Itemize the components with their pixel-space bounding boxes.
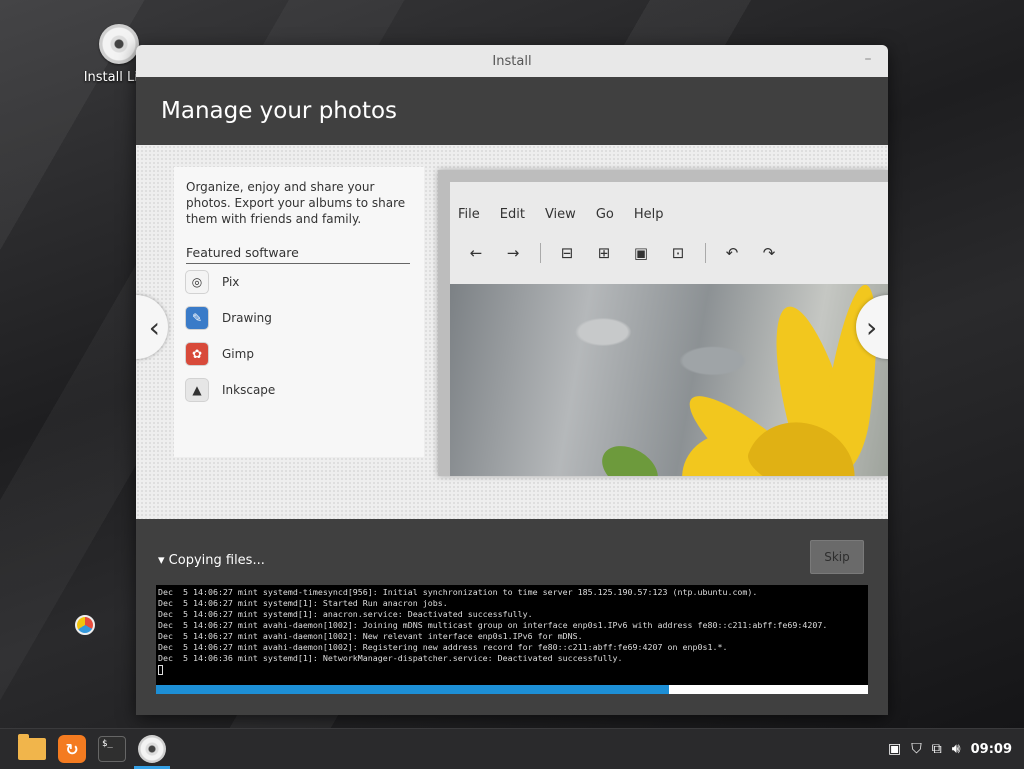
- screenshot-menu-view: View: [544, 206, 576, 222]
- leaf-shape: [594, 436, 666, 476]
- toolbar-separator: [540, 243, 541, 263]
- files-launcher[interactable]: [16, 733, 48, 765]
- zoom-in-icon: ⊞: [597, 244, 611, 262]
- update-icon: ↻: [58, 735, 86, 763]
- screenshot-window: File Edit View Go Help ← → ⊟ ⊞ ▣ ⊡ ↶ ↷: [450, 182, 888, 476]
- installer-window: Install – Manage your photos Organize, e…: [136, 45, 888, 715]
- gimp-icon: ✿: [186, 343, 208, 365]
- network-icon[interactable]: ⧉: [932, 741, 942, 757]
- rotate-left-icon: ↶: [725, 244, 739, 262]
- progress-fill: [156, 685, 669, 694]
- pix-icon: ◎: [186, 271, 208, 293]
- rotate-right-icon: ↷: [762, 244, 776, 262]
- fit-icon: ⊡: [671, 244, 685, 262]
- taskbar: ↻ $_ ▣ ⛉ ⧉ 🔊︎ 09:09: [0, 728, 1024, 769]
- shield-icon[interactable]: ⛉: [911, 741, 922, 757]
- featured-software-title: Featured software: [186, 245, 410, 264]
- log-line: Dec 5 14:06:36 mint systemd[1]: NetworkM…: [158, 653, 623, 663]
- folder-icon: [18, 734, 46, 760]
- featured-app-pix: ◎ Pix: [186, 264, 412, 300]
- back-arrow-icon: ←: [469, 244, 483, 262]
- screenshot-menu-go: Go: [595, 206, 614, 222]
- screenshot-menu-edit: Edit: [499, 206, 525, 222]
- featured-app-label: Pix: [222, 275, 240, 289]
- desktop-widget-icon[interactable]: [75, 615, 95, 635]
- expander-triangle-icon: ▾: [158, 553, 165, 568]
- featured-app-gimp: ✿ Gimp: [186, 336, 412, 372]
- update-manager-launcher[interactable]: ↻: [56, 733, 88, 765]
- clipboard-alert-icon[interactable]: ▣: [888, 741, 901, 757]
- featured-app-inkscape: ▲ Inkscape: [186, 372, 412, 408]
- terminal-launcher[interactable]: $_: [96, 733, 128, 765]
- screenshot-menu-file: File: [458, 206, 480, 222]
- terminal-cursor: [158, 664, 163, 675]
- previous-slide-button[interactable]: ‹: [136, 295, 168, 359]
- log-line: Dec 5 14:06:27 mint avahi-daemon[1002]: …: [158, 631, 583, 641]
- skip-button[interactable]: Skip: [810, 540, 864, 574]
- inkscape-icon: ▲: [186, 379, 208, 401]
- slide-header: Manage your photos: [136, 77, 888, 145]
- desktop: Install Linu Install – Manage your photo…: [0, 0, 1024, 728]
- actual-size-icon: ▣: [633, 244, 649, 262]
- featured-app-label: Gimp: [222, 347, 254, 361]
- install-log-terminal[interactable]: Dec 5 14:06:27 mint systemd-timesyncd[95…: [156, 585, 868, 685]
- minimize-button[interactable]: –: [858, 51, 878, 71]
- featured-app-drawing: ✎ Drawing: [186, 300, 412, 336]
- details-expander[interactable]: ▾ Copying files...: [158, 553, 265, 568]
- log-line: Dec 5 14:06:27 mint systemd-timesyncd[95…: [158, 587, 758, 597]
- disc-icon: [99, 24, 139, 64]
- featured-app-label: Inkscape: [222, 383, 276, 397]
- app-screenshot: File Edit View Go Help ← → ⊟ ⊞ ▣ ⊡ ↶ ↷: [438, 170, 888, 476]
- flower-photo: [450, 284, 888, 476]
- window-title: Install: [492, 53, 532, 69]
- disc-icon: [138, 735, 166, 763]
- forward-arrow-icon: →: [506, 244, 520, 262]
- installer-taskbar-item[interactable]: [136, 733, 168, 765]
- expander-label: Copying files...: [168, 553, 265, 568]
- volume-icon[interactable]: 🔊︎: [952, 741, 961, 757]
- screenshot-toolbar: ← → ⊟ ⊞ ▣ ⊡ ↶ ↷: [450, 234, 888, 272]
- install-progress-bar: [156, 685, 868, 694]
- terminal-icon: $_: [98, 736, 126, 762]
- window-titlebar[interactable]: Install –: [136, 45, 888, 77]
- log-line: Dec 5 14:06:27 mint systemd[1]: anacron.…: [158, 609, 533, 619]
- status-row: ▾ Copying files... Skip: [136, 540, 888, 580]
- info-panel: Organize, enjoy and share your photos. E…: [174, 167, 424, 457]
- slideshow: Organize, enjoy and share your photos. E…: [136, 145, 888, 519]
- screenshot-menubar: File Edit View Go Help: [450, 194, 888, 234]
- drawing-icon: ✎: [186, 307, 208, 329]
- slide-description: Organize, enjoy and share your photos. E…: [186, 180, 406, 226]
- featured-app-label: Drawing: [222, 311, 272, 325]
- log-line: Dec 5 14:06:27 mint avahi-daemon[1002]: …: [158, 620, 828, 630]
- screenshot-menu-help: Help: [633, 206, 664, 222]
- toolbar-separator: [705, 243, 706, 263]
- log-line: Dec 5 14:06:27 mint systemd[1]: Started …: [158, 598, 448, 608]
- log-line: Dec 5 14:06:27 mint avahi-daemon[1002]: …: [158, 642, 728, 652]
- zoom-out-icon: ⊟: [560, 244, 574, 262]
- featured-app-list: ◎ Pix ✎ Drawing ✿ Gimp ▲ Inkscape: [186, 264, 412, 408]
- system-tray: ▣ ⛉ ⧉ 🔊︎ 09:09: [878, 729, 1012, 769]
- clock[interactable]: 09:09: [971, 742, 1012, 757]
